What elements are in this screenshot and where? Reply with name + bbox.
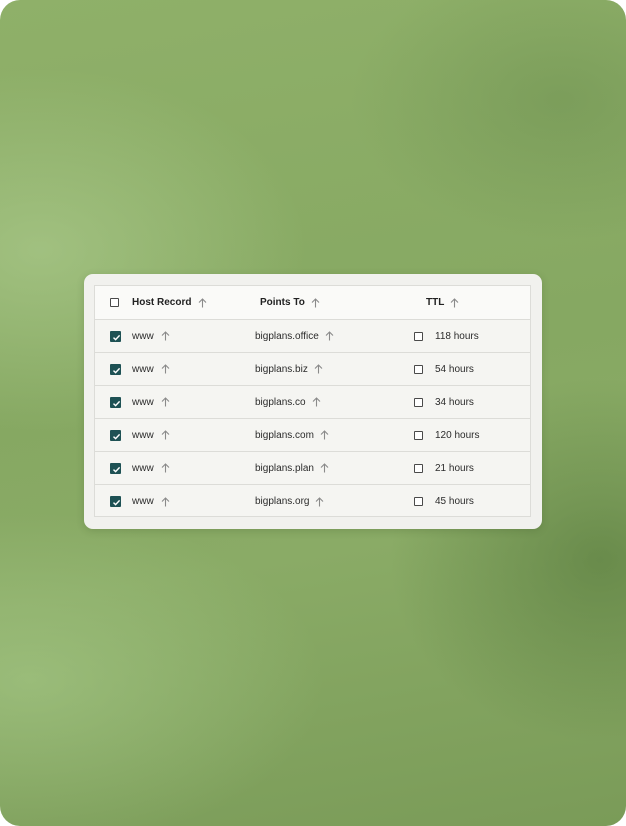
sort-arrow-up-icon[interactable] [198,297,207,308]
ttl-value: 45 hours [435,496,474,507]
checkmark-icon [113,433,121,440]
checkmark-icon [113,499,121,506]
table-row: www bigplans.office 118 hours [95,320,530,353]
host-record-value: www [132,363,154,375]
ttl-value: 21 hours [435,462,474,474]
sort-arrow-up-icon[interactable] [161,397,170,407]
sort-arrow-up-icon[interactable] [312,397,321,407]
row-select-checkbox[interactable] [110,396,121,408]
sort-arrow-up-icon[interactable] [311,297,320,308]
row-select-checkbox[interactable] [110,330,121,342]
ttl-checkbox[interactable] [414,497,423,506]
table-row: www bigplans.biz 54 hours [95,353,530,386]
sort-arrow-up-icon[interactable] [161,430,170,440]
row-select-checkbox[interactable] [110,363,121,375]
sort-arrow-up-icon[interactable] [325,331,334,341]
points-to-value: bigplans.office [255,330,319,342]
table-row: www bigplans.org 45 hours [95,485,530,518]
sort-arrow-up-icon[interactable] [315,496,324,507]
sort-arrow-up-icon[interactable] [320,463,329,473]
points-to-value: bigplans.com [255,429,314,441]
ttl-value: 34 hours [435,396,474,408]
checkmark-icon [113,334,121,341]
column-header-label: TTL [426,297,445,308]
ttl-checkbox[interactable] [414,397,423,407]
host-record-value: www [132,396,154,408]
ttl-value: 120 hours [435,429,480,441]
ttl-checkbox[interactable] [414,331,423,341]
ttl-value: 118 hours [435,330,479,342]
ttl-checkbox[interactable] [414,430,423,440]
sort-arrow-up-icon[interactable] [161,463,170,473]
sort-arrow-up-icon[interactable] [161,331,170,341]
column-header-host-record[interactable]: Host Record [132,286,207,319]
column-header-label: Host Record [132,297,192,308]
select-all-checkbox[interactable] [110,298,119,307]
points-to-value: bigplans.biz [255,363,308,375]
background-frame: Host Record Points To TTL www bigplans.o… [0,0,626,826]
sort-arrow-up-icon[interactable] [320,430,329,440]
ttl-checkbox[interactable] [414,463,423,473]
checkmark-icon [113,400,121,407]
table-row: www bigplans.com 120 hours [95,419,530,452]
points-to-value: bigplans.co [255,396,306,408]
row-select-checkbox[interactable] [110,496,121,507]
ttl-checkbox[interactable] [414,364,423,374]
points-to-value: bigplans.org [255,496,310,507]
sort-arrow-up-icon[interactable] [450,297,459,308]
host-record-value: www [132,429,154,441]
table-header-row: Host Record Points To TTL [95,286,530,320]
checkmark-icon [113,466,121,473]
ttl-value: 54 hours [435,363,474,375]
dns-records-card: Host Record Points To TTL www bigplans.o… [84,274,542,529]
column-header-label: Points To [260,297,305,308]
table-row: www bigplans.co 34 hours [95,386,530,419]
host-record-value: www [132,496,154,507]
sort-arrow-up-icon[interactable] [161,496,170,507]
host-record-value: www [132,330,154,342]
sort-arrow-up-icon[interactable] [161,364,170,374]
points-to-value: bigplans.plan [255,462,314,474]
row-select-checkbox[interactable] [110,462,121,474]
dns-records-table: Host Record Points To TTL www bigplans.o… [94,285,531,517]
column-header-ttl[interactable]: TTL [426,286,459,319]
checkmark-icon [113,367,121,374]
sort-arrow-up-icon[interactable] [314,364,323,374]
table-row: www bigplans.plan 21 hours [95,452,530,485]
host-record-value: www [132,462,154,474]
column-header-points-to[interactable]: Points To [260,286,320,319]
row-select-checkbox[interactable] [110,429,121,441]
